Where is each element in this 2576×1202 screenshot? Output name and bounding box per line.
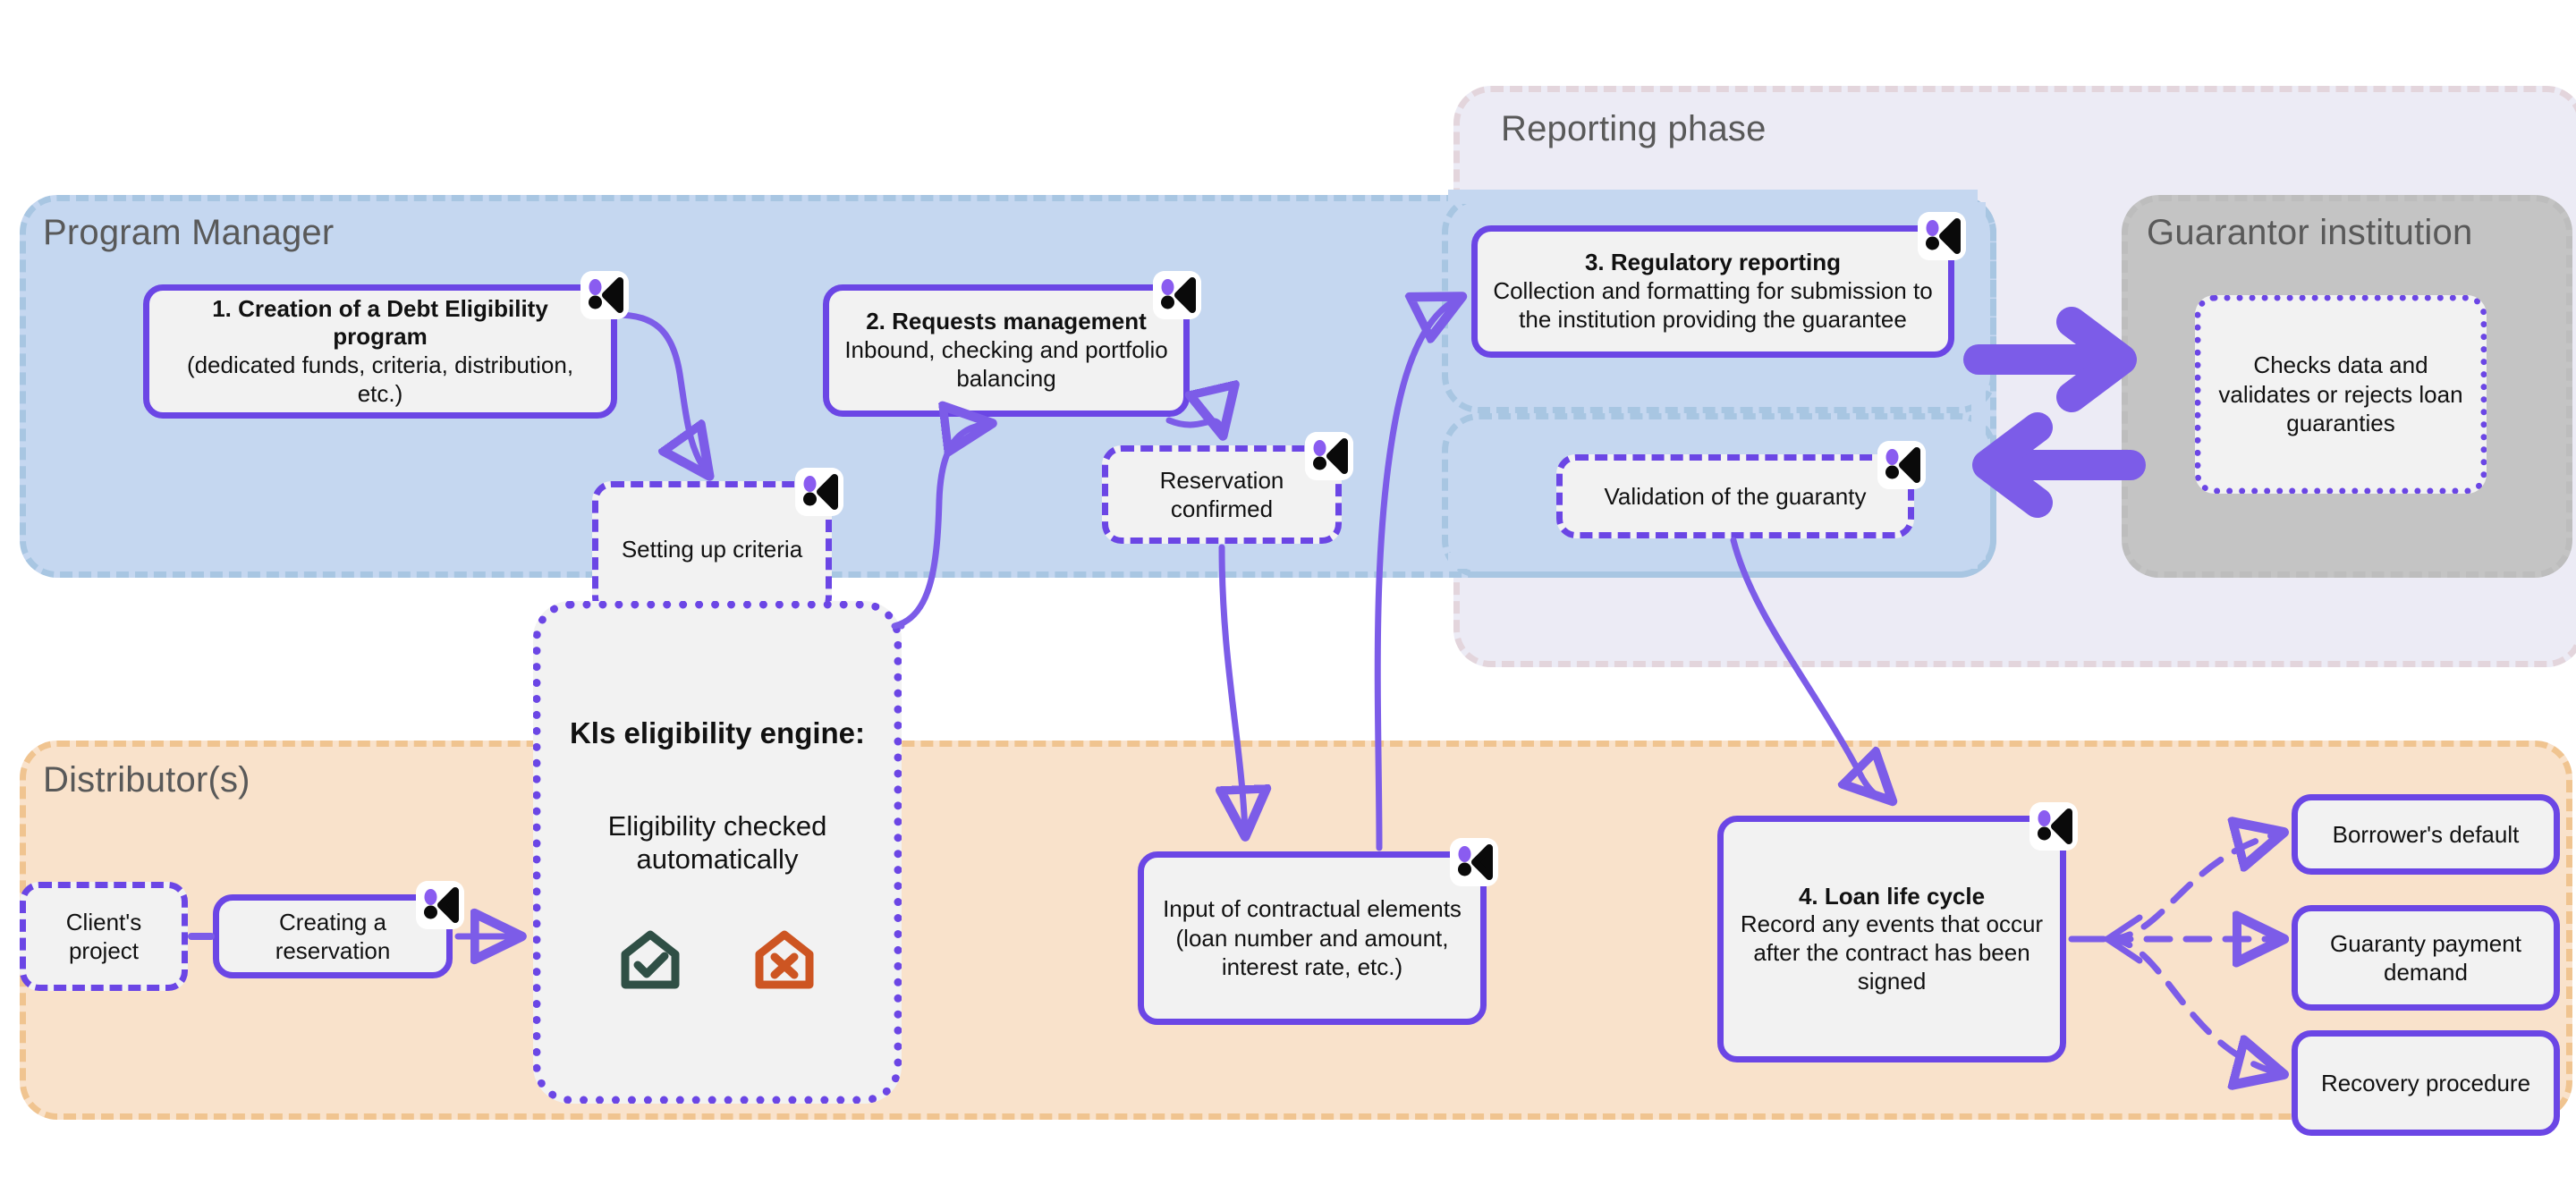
node-subtitle: Record any events that occur after the c… bbox=[1740, 910, 2044, 995]
kls-logo-badge bbox=[580, 271, 629, 319]
kls-logo-badge bbox=[1450, 838, 1498, 886]
node-title: 4. Loan life cycle bbox=[1798, 882, 1986, 910]
engine-result-icons bbox=[616, 927, 818, 995]
kls-logo-badge bbox=[1877, 441, 1926, 489]
node-label: Input of contractual elements (loan numb… bbox=[1163, 895, 1462, 981]
node-label: Recovery procedure bbox=[2320, 1069, 2531, 1096]
node-guaranty-payment-demand[interactable]: Guaranty payment demand bbox=[2292, 905, 2560, 1011]
kls-logo-badge bbox=[1305, 432, 1353, 480]
lane-title-guarantor-institution: Guarantor institution bbox=[2147, 213, 2473, 252]
node-loan-life-cycle[interactable]: 4. Loan life cycle Record any events tha… bbox=[1717, 802, 2078, 1062]
node-guarantor-checks-data[interactable]: Checks data and validates or rejects loa… bbox=[2195, 295, 2487, 494]
node-subtitle: Inbound, checking and portfolio balancin… bbox=[844, 336, 1168, 392]
node-label: Validation of the guaranty bbox=[1604, 482, 1867, 510]
node-label: Borrower's default bbox=[2332, 820, 2520, 848]
house-cross-icon bbox=[750, 927, 818, 995]
lane-title-program-manager: Program Manager bbox=[43, 213, 335, 252]
node-kls-eligibility-engine[interactable]: Kls eligibility engine: Eligibility chec… bbox=[533, 601, 902, 1104]
lane-title-reporting-phase: Reporting phase bbox=[1501, 109, 1767, 148]
node-label: Checks data and validates or rejects loa… bbox=[2218, 351, 2463, 437]
node-creating-a-reservation[interactable]: Creating a reservation bbox=[213, 881, 464, 978]
node-label: Setting up criteria bbox=[621, 535, 803, 563]
node-label: Client's project bbox=[65, 908, 142, 965]
node-input-of-contractual-elements[interactable]: Input of contractual elements (loan numb… bbox=[1138, 838, 1498, 1025]
house-check-icon bbox=[616, 927, 684, 995]
node-subtitle: (dedicated funds, criteria, distribution… bbox=[186, 351, 574, 407]
kls-logo-badge bbox=[795, 468, 843, 516]
node-label: Reservation confirmed bbox=[1159, 466, 1284, 523]
mask-c bbox=[1971, 202, 1986, 560]
node-requests-management[interactable]: 2. Requests management Inbound, checking… bbox=[823, 271, 1201, 417]
kls-logo-badge bbox=[1918, 212, 1966, 260]
engine-title: Kls eligibility engine: bbox=[569, 716, 866, 749]
node-reservation-confirmed[interactable]: Reservation confirmed bbox=[1102, 432, 1353, 544]
node-title: 1. Creation of a Debt Eligibility progra… bbox=[212, 294, 548, 351]
node-regulatory-reporting[interactable]: 3. Regulatory reporting Collection and f… bbox=[1471, 212, 1966, 358]
lane-title-distributors: Distributor(s) bbox=[43, 760, 250, 800]
mask-a bbox=[1448, 190, 1978, 204]
diagram-canvas: Reporting phase Program Manager Guaranto… bbox=[0, 0, 2576, 1202]
node-label: Creating a reservation bbox=[275, 908, 391, 965]
node-borrowers-default[interactable]: Borrower's default bbox=[2292, 794, 2560, 875]
node-setting-up-criteria[interactable]: Setting up criteria bbox=[592, 468, 843, 617]
node-creation-of-debt-eligibility-program[interactable]: 1. Creation of a Debt Eligibility progra… bbox=[143, 271, 629, 419]
node-title: 3. Regulatory reporting bbox=[1584, 249, 1842, 276]
kls-logo-badge bbox=[2029, 802, 2078, 851]
node-title: 2. Requests management bbox=[866, 308, 1147, 335]
kls-logo-badge bbox=[416, 881, 464, 929]
node-validation-of-the-guaranty[interactable]: Validation of the guaranty bbox=[1556, 441, 1926, 538]
node-subtitle: Collection and formatting for submission… bbox=[1493, 277, 1933, 333]
node-label: Guaranty payment demand bbox=[2330, 929, 2521, 986]
node-recovery-procedure[interactable]: Recovery procedure bbox=[2292, 1030, 2560, 1136]
mask-b bbox=[1448, 553, 1978, 569]
kls-logo-badge bbox=[1153, 271, 1201, 319]
engine-subtitle: Eligibility checked automatically bbox=[607, 810, 827, 876]
node-clients-project[interactable]: Client's project bbox=[20, 882, 188, 991]
